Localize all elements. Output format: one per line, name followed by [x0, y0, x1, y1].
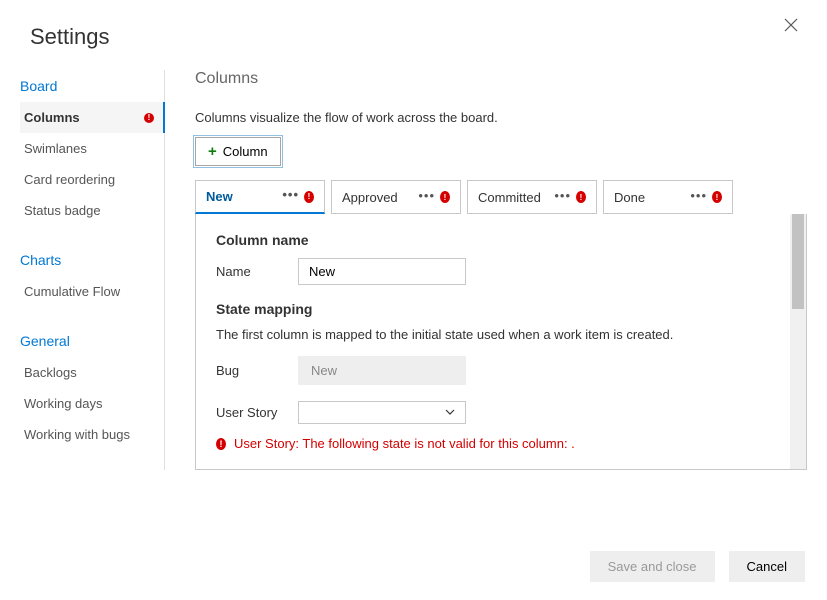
state-mapping-description: The first column is mapped to the initia… — [216, 327, 770, 342]
sidebar-item-label: Status badge — [24, 203, 101, 218]
sidebar-item-label: Cumulative Flow — [24, 284, 120, 299]
column-name-heading: Column name — [216, 232, 770, 248]
more-icon[interactable]: ••• — [282, 188, 299, 201]
main-description: Columns visualize the flow of work acros… — [195, 110, 807, 125]
sidebar-item-label: Working with bugs — [24, 427, 130, 442]
tab-label: New — [206, 189, 233, 204]
sidebar-item-label: Card reordering — [24, 172, 115, 187]
tab-label: Approved — [342, 190, 398, 205]
page-title: Settings — [30, 24, 110, 50]
error-icon — [144, 113, 154, 123]
main-panel: Columns Columns visualize the flow of wo… — [165, 70, 807, 470]
error-icon — [576, 191, 586, 203]
scrollbar[interactable] — [790, 214, 806, 469]
sidebar-section-charts: Charts — [20, 244, 164, 276]
state-mapping-heading: State mapping — [216, 301, 770, 317]
settings-sidebar: Board Columns Swimlanes Card reordering … — [20, 70, 165, 470]
error-icon — [712, 191, 722, 203]
name-label: Name — [216, 264, 298, 279]
column-tab-done[interactable]: Done ••• — [603, 180, 733, 214]
more-icon[interactable]: ••• — [418, 189, 435, 202]
error-icon — [216, 438, 226, 450]
save-and-close-button[interactable]: Save and close — [590, 551, 715, 582]
sidebar-item-cumulative-flow[interactable]: Cumulative Flow — [20, 276, 164, 307]
validation-error: User Story: The following state is not v… — [216, 436, 770, 451]
sidebar-item-columns[interactable]: Columns — [20, 102, 164, 133]
sidebar-item-working-with-bugs[interactable]: Working with bugs — [20, 419, 164, 450]
error-icon — [440, 191, 450, 203]
column-name-input[interactable] — [298, 258, 466, 285]
sidebar-item-swimlanes[interactable]: Swimlanes — [20, 133, 164, 164]
sidebar-item-label: Backlogs — [24, 365, 77, 380]
sidebar-item-backlogs[interactable]: Backlogs — [20, 357, 164, 388]
bug-state-readonly: New — [298, 356, 466, 385]
column-tab-new[interactable]: New ••• — [195, 180, 325, 214]
sidebar-item-status-badge[interactable]: Status badge — [20, 195, 164, 226]
user-story-label: User Story — [216, 405, 298, 420]
sidebar-item-label: Columns — [24, 110, 80, 125]
sidebar-item-card-reordering[interactable]: Card reordering — [20, 164, 164, 195]
active-indicator — [163, 102, 165, 133]
sidebar-section-board: Board — [20, 70, 164, 102]
more-icon[interactable]: ••• — [690, 189, 707, 202]
cancel-button[interactable]: Cancel — [729, 551, 805, 582]
sidebar-item-label: Working days — [24, 396, 103, 411]
column-tab-committed[interactable]: Committed ••• — [467, 180, 597, 214]
user-story-state-select[interactable] — [298, 401, 466, 424]
column-tabs: New ••• Approved ••• Committed ••• — [195, 180, 807, 214]
more-icon[interactable]: ••• — [554, 189, 571, 202]
column-detail-panel: Column name Name State mapping The first… — [196, 214, 790, 469]
sidebar-item-working-days[interactable]: Working days — [20, 388, 164, 419]
scrollbar-thumb[interactable] — [792, 214, 804, 309]
plus-icon: + — [208, 143, 217, 160]
add-column-button[interactable]: + Column — [195, 137, 281, 166]
add-column-label: Column — [223, 144, 268, 159]
main-heading: Columns — [195, 70, 807, 88]
close-icon[interactable] — [780, 14, 802, 41]
error-text: User Story: The following state is not v… — [234, 436, 575, 451]
error-icon — [304, 191, 314, 203]
column-tab-approved[interactable]: Approved ••• — [331, 180, 461, 214]
tab-label: Committed — [478, 190, 541, 205]
bug-label: Bug — [216, 363, 298, 378]
tab-label: Done — [614, 190, 645, 205]
chevron-down-icon — [445, 407, 455, 418]
sidebar-section-general: General — [20, 325, 164, 357]
sidebar-item-label: Swimlanes — [24, 141, 87, 156]
